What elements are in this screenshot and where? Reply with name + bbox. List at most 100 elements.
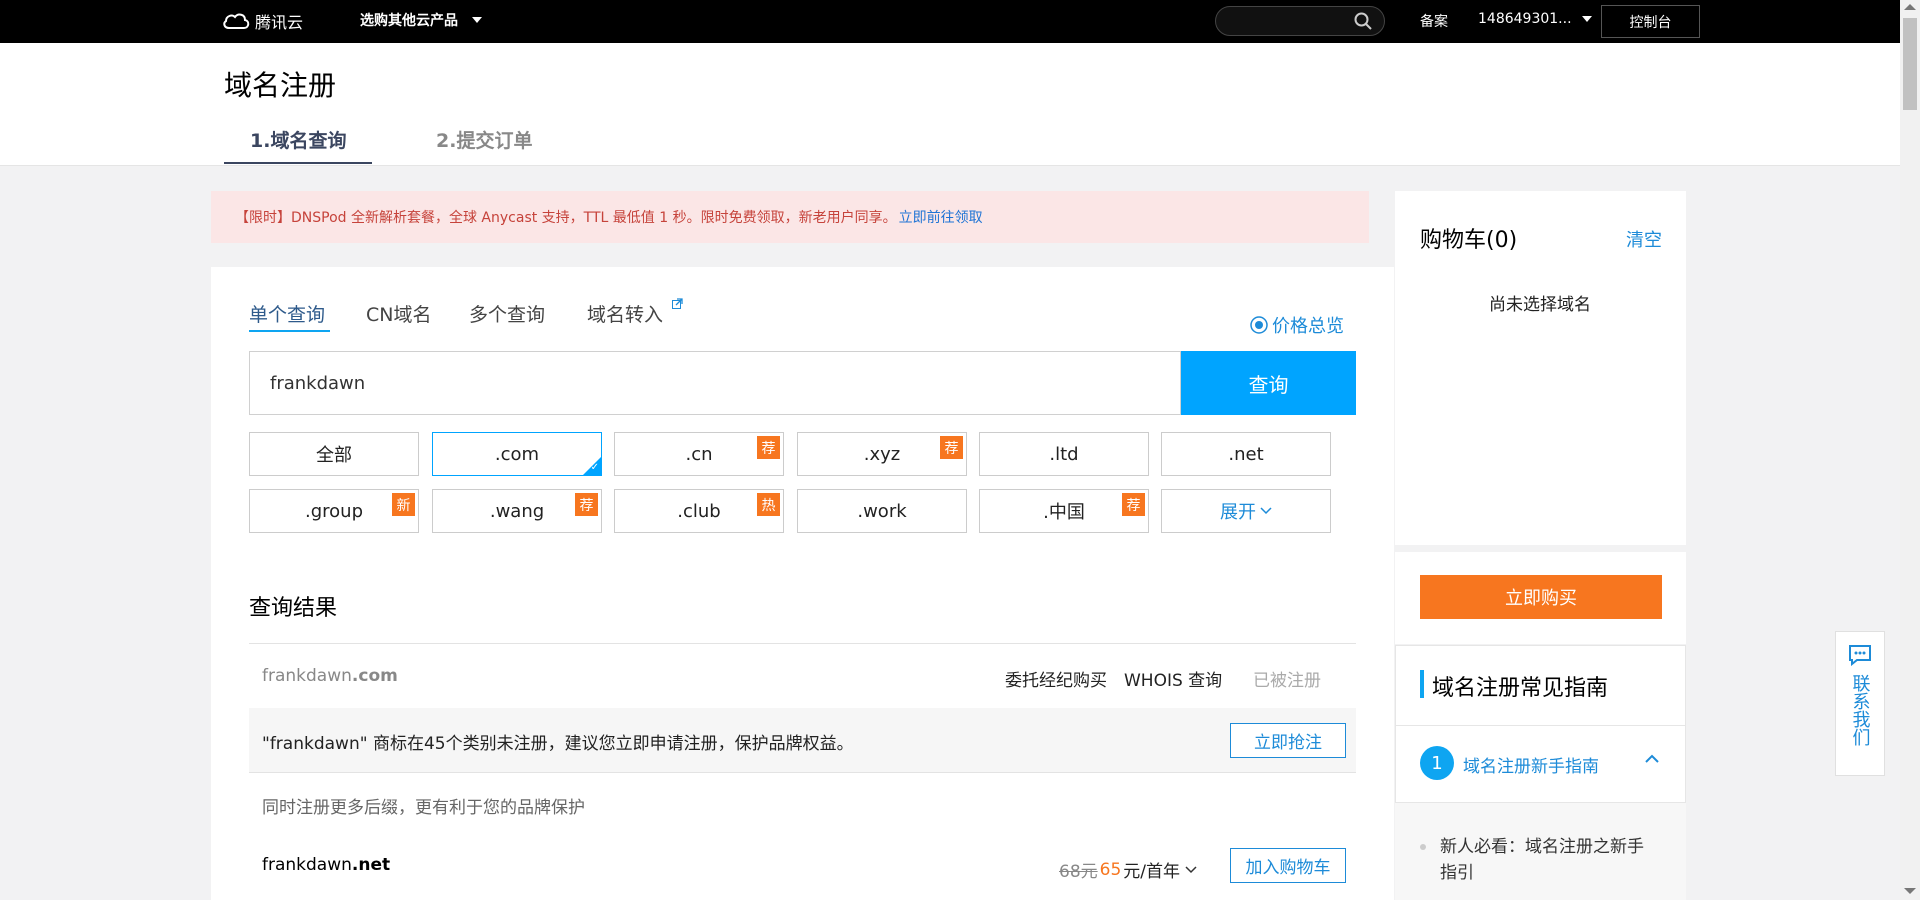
- expand-suffixes-button[interactable]: 展开: [1161, 489, 1331, 533]
- price-overview-link[interactable]: 价格总览: [1249, 312, 1344, 338]
- scroll-up-arrow[interactable]: [1904, 4, 1916, 10]
- suffix-label: .work: [857, 500, 907, 522]
- suffix-label: .ltd: [1049, 443, 1079, 465]
- suffix-label: .group: [305, 500, 363, 522]
- search-button[interactable]: 查询: [1181, 351, 1356, 415]
- domain-name: frankdawn: [262, 855, 352, 875]
- buy-now-button[interactable]: 立即购买: [1420, 575, 1662, 619]
- cloud-logo-icon: [223, 13, 250, 29]
- new-price: 65: [1099, 859, 1122, 880]
- suffix-label: .club: [677, 500, 721, 522]
- tab-domain-transfer[interactable]: 域名转入: [587, 300, 663, 327]
- suffix-badge: 荐: [940, 436, 963, 459]
- guide-title-bar: [1420, 670, 1424, 698]
- chevron-down-icon: [1260, 507, 1272, 515]
- page-scrollbar[interactable]: [1900, 0, 1920, 900]
- cart-title: 购物车(0): [1420, 228, 1518, 253]
- top-search-input[interactable]: [1215, 6, 1385, 36]
- old-price: 68元: [1059, 862, 1098, 882]
- price-unit: 元/首年: [1123, 862, 1181, 882]
- suffix-badge: 荐: [757, 436, 780, 459]
- chevron-down-icon: [1185, 865, 1197, 873]
- suffix-xyz[interactable]: .xyz 荐: [797, 432, 967, 476]
- suffix-label: .cn: [685, 443, 713, 465]
- external-link-icon: [672, 298, 683, 309]
- suffix-ltd[interactable]: .ltd: [979, 432, 1149, 476]
- caret-down-icon: [472, 17, 482, 23]
- cart-clear-link[interactable]: 清空: [1626, 226, 1662, 252]
- logo-text: 腾讯云: [255, 13, 304, 32]
- price-circle-icon: [1250, 316, 1268, 334]
- register-trademark-button[interactable]: 立即抢注: [1230, 723, 1346, 758]
- suffix-net[interactable]: .net: [1161, 432, 1331, 476]
- price-selector[interactable]: 68元 65 元/首年: [1059, 857, 1197, 882]
- step-active-underline: [224, 162, 372, 164]
- broker-buy-link[interactable]: 委托经纪购买: [1005, 666, 1107, 691]
- contact-us-label: 联系我们: [1849, 674, 1871, 746]
- suffix-badge: 热: [757, 493, 780, 516]
- suffix-label: .中国: [1043, 502, 1085, 523]
- step-submit-order: 2.提交订单: [436, 130, 533, 152]
- results-title: 查询结果: [249, 596, 338, 621]
- results-divider: [249, 772, 1356, 773]
- guide-number: 1: [1420, 746, 1454, 780]
- step-query: 1.域名查询: [250, 130, 347, 152]
- suffix-work[interactable]: .work: [797, 489, 967, 533]
- chevron-up-icon[interactable]: [1645, 754, 1659, 764]
- check-icon: ✓: [590, 462, 599, 473]
- cart-empty-text: 尚未选择域名: [1489, 295, 1591, 315]
- account-id: 148649301...: [1478, 11, 1572, 27]
- add-to-cart-button[interactable]: 加入购物车: [1230, 848, 1346, 883]
- domain-search-input[interactable]: frankdawn: [249, 351, 1181, 415]
- tab-active-underline: [249, 330, 330, 332]
- promo-alert: 【限时】DNSPod 全新解析套餐，全球 Anycast 支持，TTL 最低值 …: [211, 191, 1369, 243]
- console-button[interactable]: 控制台: [1601, 5, 1700, 38]
- scroll-thumb[interactable]: [1903, 18, 1917, 110]
- tab-multi-query[interactable]: 多个查询: [469, 300, 545, 327]
- caret-down-icon: [1581, 16, 1592, 22]
- tab-cn-domain[interactable]: CN域名: [366, 300, 431, 327]
- suffix-club[interactable]: .club 热: [614, 489, 784, 533]
- guide-item-beginner[interactable]: 域名注册新手指南: [1463, 752, 1599, 777]
- suffix-badge: 新: [392, 493, 415, 516]
- scroll-down-arrow[interactable]: [1904, 888, 1916, 894]
- search-icon[interactable]: [1354, 12, 1372, 30]
- page-title: 域名注册: [224, 69, 337, 102]
- tab-single-query[interactable]: 单个查询: [249, 300, 325, 327]
- tencent-cloud-logo[interactable]: 腾讯云: [222, 8, 303, 34]
- guide-sub-link[interactable]: 新人必看：域名注册之新手指引: [1440, 834, 1660, 886]
- suffix-group[interactable]: .group 新: [249, 489, 419, 533]
- products-menu[interactable]: 选购其他云产品: [360, 10, 482, 30]
- suffix-label: 全部: [316, 445, 352, 466]
- result-domain-com: frankdawn.com: [262, 666, 398, 686]
- registered-status: 已被注册: [1253, 671, 1321, 691]
- bullet-icon: [1420, 844, 1426, 850]
- suffix-badge: 荐: [1122, 493, 1145, 516]
- trademark-text: "frankdawn" 商标在45个类别未注册，建议您立即申请注册，保护品牌权益…: [262, 734, 854, 754]
- guide-divider: [1395, 725, 1686, 726]
- suffix-all[interactable]: 全部: [249, 432, 419, 476]
- suffix-cn[interactable]: .cn 荐: [614, 432, 784, 476]
- guide-title: 域名注册常见指南: [1432, 676, 1609, 701]
- domain-search-value: frankdawn: [270, 372, 366, 394]
- suffix-label: .wang: [489, 500, 545, 522]
- suffix-zhongguo[interactable]: .中国 荐: [979, 489, 1149, 533]
- domain-tld: .com: [351, 666, 398, 686]
- results-divider: [249, 643, 1356, 644]
- suffix-label: .com: [494, 443, 540, 465]
- whois-link[interactable]: WHOIS 查询: [1124, 666, 1222, 691]
- promo-alert-text: 【限时】DNSPod 全新解析套餐，全球 Anycast 支持，TTL 最低值 …: [235, 210, 897, 226]
- suffix-com[interactable]: .com ✓: [432, 432, 602, 476]
- chat-bubble-icon: [1849, 645, 1871, 666]
- beian-link[interactable]: 备案: [1420, 11, 1448, 31]
- suffix-wang[interactable]: .wang 荐: [432, 489, 602, 533]
- price-overview-label: 价格总览: [1272, 316, 1344, 337]
- more-suffix-note: 同时注册更多后缀，更有利于您的品牌保护: [262, 798, 585, 818]
- domain-tld: .net: [351, 855, 391, 875]
- account-menu[interactable]: 148649301...: [1478, 11, 1592, 27]
- domain-name: frankdawn: [262, 666, 352, 686]
- suffix-label: .xyz: [863, 443, 901, 465]
- expand-label: 展开: [1220, 502, 1256, 523]
- promo-alert-link[interactable]: 立即前往领取: [899, 207, 983, 227]
- contact-us-widget[interactable]: 联系我们: [1835, 631, 1885, 776]
